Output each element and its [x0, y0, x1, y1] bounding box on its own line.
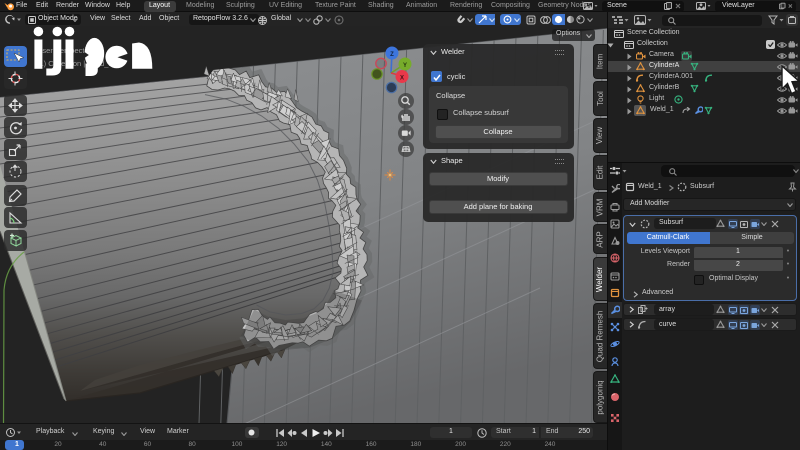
svg-text:Y: Y	[403, 63, 407, 69]
svg-text:X: X	[400, 75, 404, 81]
svg-text:Z: Z	[390, 52, 394, 58]
